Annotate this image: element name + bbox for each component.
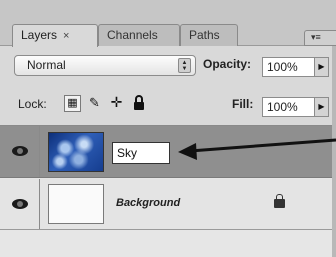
layer-thumbnail-sky xyxy=(48,132,104,172)
brush-icon[interactable]: ✎ xyxy=(86,95,103,112)
fill-arrow-icon[interactable]: ▶ xyxy=(315,97,329,117)
opacity-field[interactable]: 100% xyxy=(262,57,315,77)
layer-lock-icon xyxy=(274,194,285,208)
tab-paths[interactable]: Paths xyxy=(180,24,238,46)
eye-icon[interactable] xyxy=(12,146,28,156)
blend-mode-select[interactable]: Normal ▲ ▼ xyxy=(14,55,196,76)
layer-thumbnail-background xyxy=(48,184,104,224)
blend-mode-value: Normal xyxy=(27,58,66,72)
panel-tab-strip: Layers × Channels Paths ▾≡ xyxy=(0,0,336,47)
chevron-updown-icon[interactable]: ▲ ▼ xyxy=(178,58,191,73)
close-icon[interactable]: × xyxy=(63,30,69,42)
tab-channels-label: Channels xyxy=(107,28,158,42)
eye-icon[interactable] xyxy=(12,199,28,209)
opacity-label: Opacity: xyxy=(203,57,252,71)
layer-row-sky[interactable]: Sky xyxy=(0,126,336,178)
visibility-toggle[interactable] xyxy=(0,126,40,177)
fill-label: Fill: xyxy=(232,97,254,111)
layers-list: Sky Background xyxy=(0,125,336,257)
layer-name-label: Background xyxy=(116,197,181,209)
tab-layers[interactable]: Layers × xyxy=(12,24,98,47)
panel-edge xyxy=(332,46,336,257)
visibility-toggle[interactable] xyxy=(0,179,40,229)
fill-field[interactable]: 100% xyxy=(262,97,315,117)
move-icon[interactable]: ✛ xyxy=(108,95,125,112)
layer-name-field[interactable]: Sky xyxy=(112,142,170,164)
tab-channels[interactable]: Channels xyxy=(98,24,180,46)
checker-icon[interactable]: ▦ xyxy=(64,95,81,112)
layers-panel: Layers × Channels Paths ▾≡ Normal ▲ ▼ Opac… xyxy=(0,0,336,257)
lock-icon[interactable] xyxy=(130,95,147,112)
menu-icon[interactable]: ▾≡ xyxy=(304,30,336,46)
layer-row-background[interactable]: Background xyxy=(0,179,336,230)
opacity-arrow-icon[interactable]: ▶ xyxy=(315,57,329,77)
tab-paths-label: Paths xyxy=(189,28,220,42)
lock-label: Lock: xyxy=(18,97,47,111)
tab-layers-label: Layers xyxy=(21,28,58,42)
